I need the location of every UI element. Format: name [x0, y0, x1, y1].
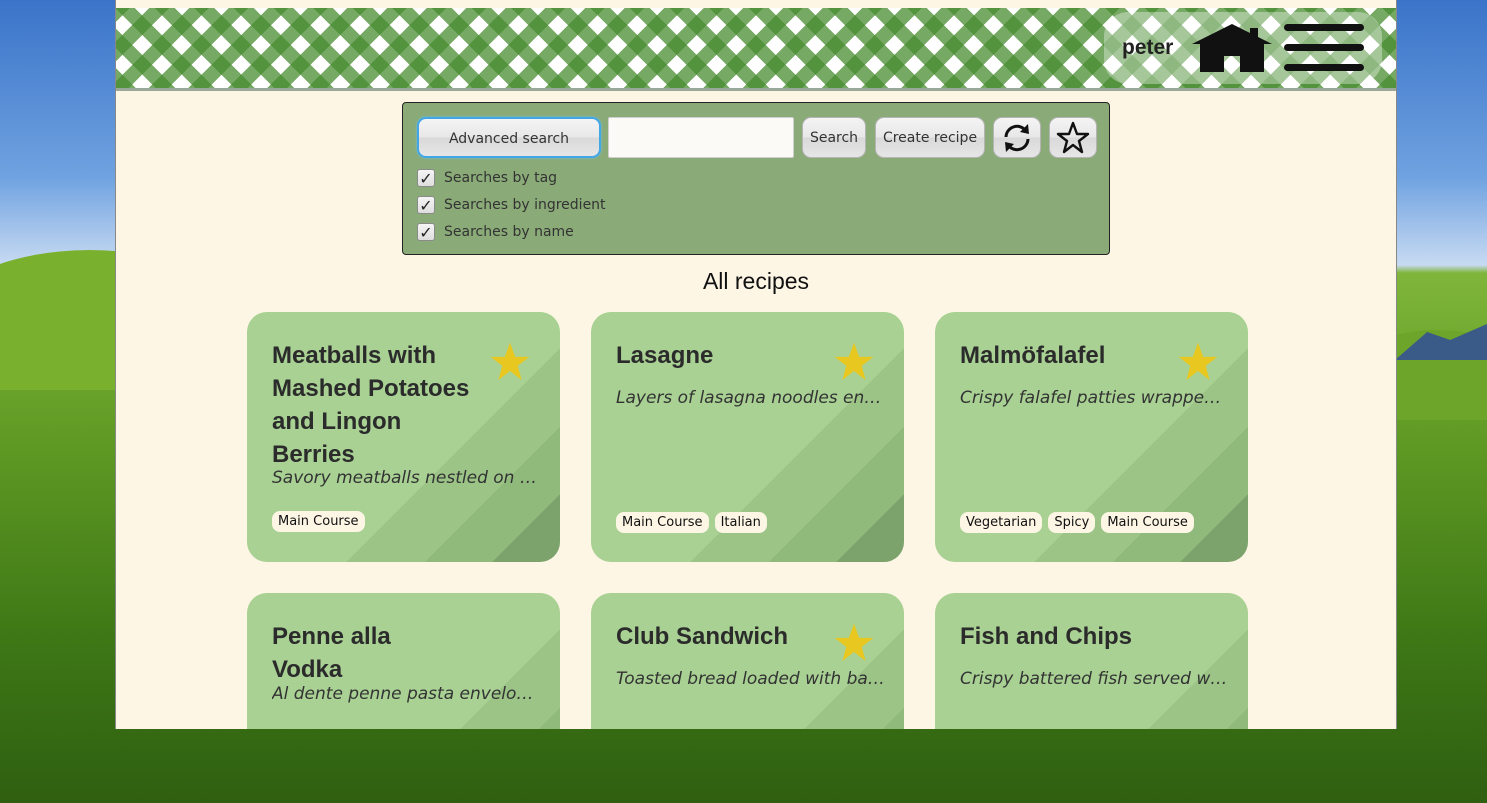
recipe-card[interactable]: Fish and Chips Crispy battered fish serv… — [935, 593, 1248, 729]
recipe-description: Layers of lasagna noodles enve... — [616, 388, 886, 408]
tag[interactable]: Main Course — [272, 511, 365, 532]
checkbox-ingredient[interactable]: ✓ — [417, 196, 435, 214]
checkbox-name[interactable]: ✓ — [417, 223, 435, 241]
refresh-button[interactable] — [993, 117, 1041, 158]
recipe-title: Club Sandwich — [616, 623, 789, 650]
tag[interactable]: Main Course — [1101, 512, 1194, 533]
tag[interactable]: Italian — [714, 512, 767, 533]
search-panel: Advanced search Search Create recipe ✓ S… — [402, 102, 1110, 255]
recipe-title: Fish and Chips — [960, 623, 1133, 650]
search-button[interactable]: Search — [802, 117, 866, 158]
app-window: peter Advanced search Search Create reci… — [115, 0, 1397, 729]
favorite-star-icon[interactable] — [488, 340, 532, 384]
recipe-title: Lasagne — [616, 342, 714, 369]
recipe-card[interactable]: Meatballs with Mashed Potatoes and Lingo… — [247, 312, 560, 562]
favorites-button[interactable] — [1049, 117, 1097, 158]
page-title: All recipes — [702, 268, 810, 294]
tag[interactable]: Spicy — [1048, 512, 1096, 533]
recipe-description: Toasted bread loaded with bac... — [616, 669, 886, 689]
recipe-description: Al dente penne pasta envelope... — [272, 684, 542, 704]
recipe-tags: Vegetarian Spicy Main Course — [960, 512, 1194, 533]
recipe-title: Penne alla Vodka — [272, 623, 391, 683]
recipe-title: Malmöfalafel — [960, 342, 1106, 369]
recipe-title: Meatballs with Mashed Potatoes and Lingo… — [272, 342, 470, 468]
recipe-card[interactable]: Penne alla Vodka Al dente penne pasta en… — [247, 593, 560, 729]
star-icon — [1056, 121, 1090, 154]
recipe-card[interactable]: Club Sandwich Toasted bread loaded with … — [591, 593, 904, 729]
recipe-tags: Main Course — [272, 511, 365, 532]
recipe-card[interactable]: Malmöfalafel Crispy falafel patties wrap… — [935, 312, 1248, 562]
tag[interactable]: Vegetarian — [960, 512, 1043, 533]
create-recipe-button[interactable]: Create recipe — [875, 117, 985, 158]
checkbox-label: Searches by ingredient — [444, 197, 606, 213]
header-banner: peter — [116, 8, 1396, 91]
hamburger-menu-icon[interactable] — [1284, 24, 1366, 74]
recipe-tags: Main Course Italian — [616, 512, 767, 533]
refresh-icon — [1004, 124, 1030, 152]
advanced-search-button[interactable]: Advanced search — [417, 117, 601, 158]
tag[interactable]: Main Course — [616, 512, 709, 533]
recipe-description: Savory meatballs nestled on a ... — [272, 468, 542, 488]
favorite-star-icon[interactable] — [1176, 340, 1220, 384]
checkbox-label: Searches by tag — [444, 170, 558, 186]
recipe-description: Crispy battered fish served with... — [960, 669, 1230, 689]
favorite-star-icon[interactable] — [832, 621, 876, 665]
user-area: peter — [1104, 12, 1382, 84]
home-icon[interactable] — [1192, 22, 1272, 74]
recipe-card[interactable]: Lasagne Layers of lasagna noodles enve..… — [591, 312, 904, 562]
recipe-description: Crispy falafel patties wrapped i... — [960, 388, 1230, 408]
search-input[interactable] — [608, 117, 794, 158]
favorite-star-icon[interactable] — [832, 340, 876, 384]
checkbox-label: Searches by name — [444, 224, 574, 240]
username-label: peter — [1122, 36, 1174, 59]
checkbox-tag[interactable]: ✓ — [417, 169, 435, 187]
